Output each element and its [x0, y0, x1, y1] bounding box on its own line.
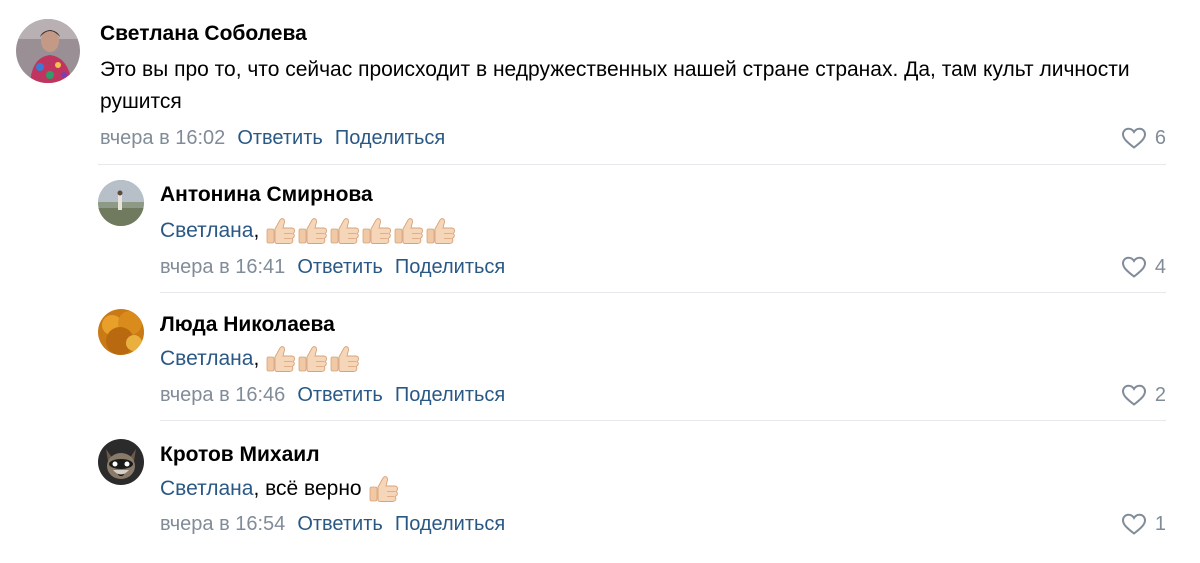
reply-button[interactable]: Ответить	[297, 384, 383, 406]
comment-meta: вчера в 16:02 Ответить Поделиться	[100, 125, 445, 151]
comment-text: Светлана, всё верно	[160, 473, 400, 505]
reply-button[interactable]: Ответить	[237, 127, 323, 149]
like-button[interactable]: 4	[1121, 254, 1166, 280]
like-count: 2	[1154, 384, 1166, 406]
thumbs-up-icon	[393, 216, 425, 246]
thumbs-up-icon	[265, 344, 297, 374]
heart-icon	[1121, 256, 1146, 278]
heart-icon	[1121, 384, 1146, 406]
comment-author[interactable]: Люда Николаева	[160, 312, 335, 338]
share-button[interactable]: Поделиться	[335, 127, 445, 149]
thumbs-up-icon	[361, 216, 393, 246]
comment-meta: вчера в 16:41 Ответить Поделиться	[160, 254, 505, 280]
like-button[interactable]: 6	[1121, 125, 1166, 151]
comment-item: Светлана Соболева Это вы про то, что сей…	[0, 0, 1200, 165]
comment-author[interactable]: Светлана Соболева	[100, 21, 307, 47]
thumbs-up-icon	[329, 216, 361, 246]
mention-link[interactable]: Светлана	[160, 477, 253, 500]
like-count: 6	[1154, 127, 1166, 149]
comment-text: Светлана,	[160, 343, 361, 375]
avatar[interactable]	[98, 439, 144, 485]
comment-item: Люда Николаева Светлана, вчера в 16:46 От…	[0, 293, 1200, 421]
comment-date[interactable]: вчера в 16:54	[160, 513, 285, 535]
reply-button[interactable]: Ответить	[297, 513, 383, 535]
comment-meta: вчера в 16:54 Ответить Поделиться	[160, 511, 505, 537]
comment-meta: вчера в 16:46 Ответить Поделиться	[160, 382, 505, 408]
thumbs-up-icon	[297, 216, 329, 246]
comment-author[interactable]: Антонина Смирнова	[160, 182, 373, 208]
like-count: 1	[1154, 513, 1166, 535]
comment-text: Светлана,	[160, 215, 457, 247]
emoji-row	[368, 474, 400, 504]
avatar[interactable]	[98, 180, 144, 226]
avatar[interactable]	[98, 309, 144, 355]
comment-item: Антонина Смирнова Светлана, вчера в 16:4…	[0, 165, 1200, 293]
emoji-row	[265, 216, 457, 246]
like-button[interactable]: 2	[1121, 382, 1166, 408]
thumbs-up-icon	[329, 344, 361, 374]
comment-text-content: ,	[253, 219, 260, 242]
comment-text-content: , всё верно	[253, 477, 362, 500]
share-button[interactable]: Поделиться	[395, 513, 505, 535]
like-count: 4	[1154, 256, 1166, 278]
thumbs-up-icon	[297, 344, 329, 374]
share-button[interactable]: Поделиться	[395, 384, 505, 406]
emoji-row	[265, 344, 361, 374]
comment-date[interactable]: вчера в 16:46	[160, 384, 285, 406]
reply-button[interactable]: Ответить	[297, 256, 383, 278]
comment-text: Это вы про то, что сейчас происходит в н…	[100, 58, 1130, 113]
comment-item: Кротов Михаил Светлана, всё верно вчера …	[0, 421, 1200, 551]
thumbs-up-icon	[425, 216, 457, 246]
share-button[interactable]: Поделиться	[395, 256, 505, 278]
comment-date[interactable]: вчера в 16:41	[160, 256, 285, 278]
comment-date[interactable]: вчера в 16:02	[100, 127, 225, 149]
mention-link[interactable]: Светлана	[160, 347, 253, 370]
heart-icon	[1121, 127, 1146, 149]
comment-text-content: ,	[253, 347, 260, 370]
mention-link[interactable]: Светлана	[160, 219, 253, 242]
comment-author[interactable]: Кротов Михаил	[160, 442, 320, 468]
heart-icon	[1121, 513, 1146, 535]
thumbs-up-icon	[368, 474, 400, 504]
thumbs-up-icon	[265, 216, 297, 246]
avatar[interactable]	[16, 19, 80, 83]
like-button[interactable]: 1	[1121, 511, 1166, 537]
